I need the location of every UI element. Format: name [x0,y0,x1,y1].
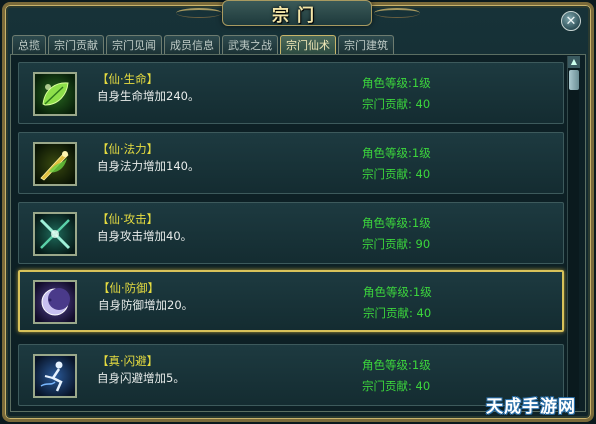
skill-level-requirement: 角色等级:1级 [362,146,431,160]
tab-bar: 总揽 宗门贡献 宗门见闻 成员信息 武夷之战 宗门仙术 宗门建筑 [12,35,394,55]
skill-description: 自身法力增加140。 [97,159,200,173]
crossed-swords-icon [33,212,77,256]
tab-wuyi-battle[interactable]: 武夷之战 [222,35,278,55]
title-plate: 宗门 [222,0,372,26]
close-icon: ✕ [565,13,577,29]
moon-face-icon [33,280,77,324]
skill-name: 【仙·法力】 [97,142,159,156]
tab-member-info[interactable]: 成员信息 [164,35,220,55]
skill-row-attack[interactable]: 【仙·攻击】 自身攻击增加40。 角色等级:1级 宗门贡献: 90 [18,202,564,264]
skill-level-requirement: 角色等级:1级 [362,216,431,230]
skill-name: 【仙·攻击】 [97,212,159,226]
close-button[interactable]: ✕ [561,11,581,31]
tab-sect-contribution[interactable]: 宗门贡献 [48,35,104,55]
skill-name: 【真·闪避】 [97,354,159,368]
skill-contribution-cost: 宗门贡献: 40 [362,379,431,393]
skill-name: 【仙·防御】 [98,281,160,295]
skill-name: 【仙·生命】 [97,72,159,86]
skill-row-mana[interactable]: 【仙·法力】 自身法力增加140。 角色等级:1级 宗门贡献: 40 [18,132,564,194]
site-watermark: 天成手游网 [486,397,576,417]
tab-sect-buildings[interactable]: 宗门建筑 [338,35,394,55]
title-ornament-right [374,8,420,18]
window-title: 宗门 [272,5,322,26]
skill-description: 自身生命增加240。 [97,89,200,103]
skill-description: 自身攻击增加40。 [97,229,193,243]
skill-description: 自身防御增加20。 [98,298,194,312]
skill-row-defense[interactable]: 【仙·防御】 自身防御增加20。 角色等级:1级 宗门贡献: 40 [18,270,564,332]
skill-level-requirement: 角色等级:1级 [362,358,431,372]
skill-row-dodge[interactable]: 【真·闪避】 自身闪避增加5。 角色等级:1级 宗门贡献: 40 [18,344,564,406]
skill-contribution-cost: 宗门贡献: 40 [362,167,431,181]
leaf-icon [33,72,77,116]
scroll-thumb[interactable] [569,70,579,90]
tab-sect-news[interactable]: 宗门见闻 [106,35,162,55]
flame-sword-icon [33,142,77,186]
scroll-up-arrow-icon[interactable]: ▲ [568,56,580,68]
tab-sect-skills[interactable]: 宗门仙术 [280,35,336,55]
skill-row-life[interactable]: 【仙·生命】 自身生命增加240。 角色等级:1级 宗门贡献: 40 [18,62,564,124]
skill-level-requirement: 角色等级:1级 [362,76,431,90]
skill-level-requirement: 角色等级:1级 [363,285,432,299]
title-ornament-left [176,8,222,18]
skill-contribution-cost: 宗门贡献: 90 [362,237,431,251]
skill-contribution-cost: 宗门贡献: 40 [363,306,432,320]
tab-overview[interactable]: 总揽 [12,35,46,55]
skill-description: 自身闪避增加5。 [97,371,185,385]
scrollbar[interactable]: ▲ [567,56,580,408]
dodge-figure-icon [33,354,77,398]
skill-contribution-cost: 宗门贡献: 40 [362,97,431,111]
